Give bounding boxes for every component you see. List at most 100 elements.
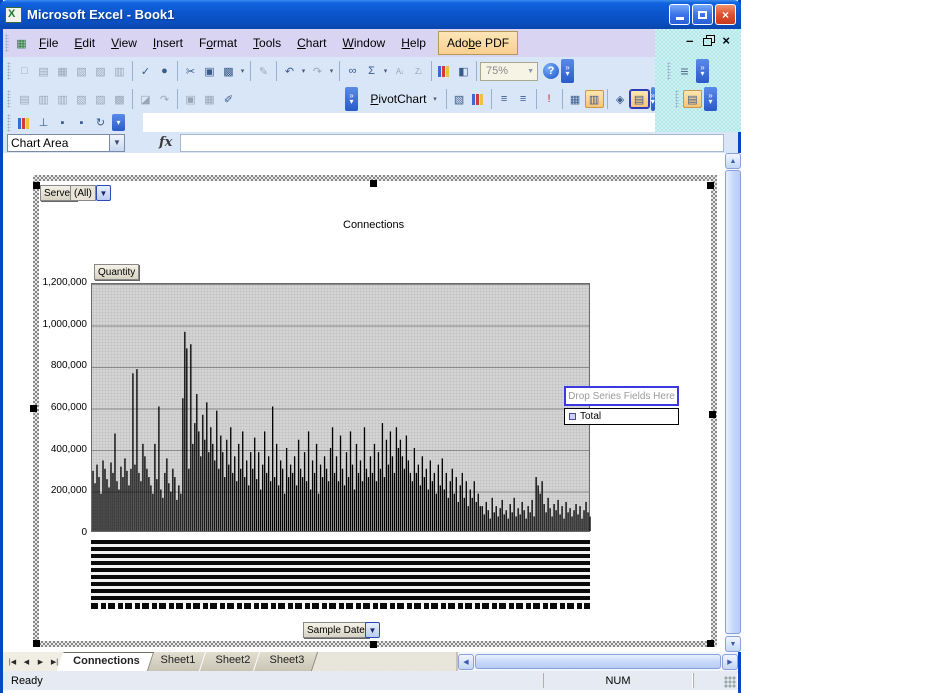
email-icon[interactable]: ▧: [72, 62, 91, 80]
sheet-tab-sheet3[interactable]: Sheet3: [253, 652, 318, 671]
new-icon[interactable]: □: [15, 62, 34, 80]
close-button[interactable]: ×: [715, 4, 736, 25]
include-hidden-items-icon[interactable]: ▦: [566, 90, 585, 108]
toolbar2-icon-10[interactable]: ▦: [200, 90, 219, 108]
chart-title[interactable]: Connections: [343, 219, 404, 231]
toolbar2-icon-2[interactable]: ▥: [34, 90, 53, 108]
category-axis-field-button[interactable]: Sample Date: [303, 622, 369, 638]
secondary-toolbar-grip[interactable]: [7, 90, 11, 108]
scroll-left-icon[interactable]: ◀: [458, 654, 474, 670]
field-list-mini-chevron[interactable]: »▾: [704, 87, 717, 111]
horizontal-scrollbar[interactable]: ◀ ▶: [456, 652, 738, 671]
name-box[interactable]: Chart Area: [7, 134, 110, 152]
selection-handle[interactable]: [707, 640, 714, 647]
redo-icon[interactable]: ↷: [308, 62, 327, 80]
minimize-button[interactable]: [669, 4, 690, 25]
menu-insert[interactable]: Insert: [145, 32, 191, 54]
menu-help[interactable]: Help: [393, 32, 434, 54]
format-report-icon[interactable]: ▧: [450, 90, 469, 108]
chart-mini-toolbar-grip[interactable]: [7, 114, 11, 132]
cut-icon[interactable]: ✂: [181, 62, 200, 80]
copy-icon[interactable]: ▣: [200, 62, 219, 80]
prev-sheet-icon[interactable]: ◀: [20, 654, 33, 669]
menu-grip[interactable]: [5, 34, 9, 52]
legend-toggle-icon[interactable]: ▪: [53, 114, 72, 132]
menu-view[interactable]: View: [103, 32, 145, 54]
redo-dropdown-icon[interactable]: ▾: [327, 67, 336, 75]
value-axis-field-button[interactable]: Quantity: [94, 264, 139, 280]
chart-type-icon[interactable]: [15, 114, 34, 132]
undo-icon[interactable]: ↶: [280, 62, 299, 80]
show-detail-icon[interactable]: ≡: [514, 90, 533, 108]
vertical-scrollbar[interactable]: ▲ ▼: [725, 153, 741, 652]
toolbar2-icon-5[interactable]: ▨: [91, 90, 110, 108]
workbook-minimize-button[interactable]: –: [686, 33, 693, 48]
title-bar[interactable]: Microsoft Excel - Book1 ×: [0, 0, 741, 29]
menu-window[interactable]: Window: [334, 32, 393, 54]
selection-handle[interactable]: [33, 182, 40, 189]
hyperlink-icon[interactable]: ∞: [343, 62, 362, 80]
category-axis-dropdown-icon[interactable]: ▼: [365, 622, 380, 638]
hide-detail-icon[interactable]: ≡: [495, 90, 514, 108]
toolbar2-icon-8[interactable]: ↷: [155, 90, 174, 108]
menu-file[interactable]: File: [31, 32, 66, 54]
paste-icon[interactable]: ▩: [219, 62, 238, 80]
undo-dropdown-icon[interactable]: ▾: [299, 67, 308, 75]
chart-legend[interactable]: Total: [564, 408, 679, 425]
secondary-toolbar-chevron[interactable]: »▾: [345, 87, 358, 111]
chart-wizard-icon[interactable]: [469, 90, 488, 108]
field-list-floating-icon[interactable]: ▤: [683, 90, 702, 108]
menu-edit[interactable]: Edit: [66, 32, 103, 54]
toolbar2-icon-1[interactable]: ▤: [15, 90, 34, 108]
property-fields-icon[interactable]: ◈: [611, 90, 630, 108]
selection-handle[interactable]: [30, 405, 37, 412]
page-field-dropdown-icon[interactable]: ▼: [96, 185, 111, 201]
spelling-icon[interactable]: ✓: [136, 62, 155, 80]
name-box-dropdown-icon[interactable]: ▼: [110, 134, 125, 152]
vertical-scroll-thumb[interactable]: [725, 170, 741, 634]
plot-area[interactable]: [91, 283, 590, 532]
data-table-icon[interactable]: ▪: [72, 114, 91, 132]
workbook-restore-button[interactable]: [703, 38, 712, 46]
toolbar2-icon-3[interactable]: ▥: [53, 90, 72, 108]
chart-mini-toolbar-chevron[interactable]: ▾: [112, 114, 125, 131]
print-preview-icon[interactable]: ▥: [110, 62, 129, 80]
chart-wizard-icon[interactable]: [435, 62, 454, 80]
sort-descending-icon[interactable]: Z↓: [409, 62, 428, 80]
autosum-dropdown-icon[interactable]: ▾: [381, 67, 390, 75]
axes-icon[interactable]: ⊥: [34, 114, 53, 132]
zoom-dropdown-icon[interactable]: ▼: [527, 68, 537, 75]
save-icon[interactable]: ▦: [53, 62, 72, 80]
horizontal-scroll-thumb[interactable]: [475, 654, 721, 669]
floating-toolbar-chevron[interactable]: »▾: [696, 59, 709, 83]
formula-input[interactable]: [180, 134, 724, 152]
toolbar2-icon-7[interactable]: ◪: [136, 90, 155, 108]
menu-tools[interactable]: Tools: [245, 32, 289, 54]
format-painter-icon[interactable]: ✎: [254, 62, 273, 80]
selection-handle[interactable]: [709, 411, 716, 418]
toolbar2-icon-9[interactable]: ▣: [181, 90, 200, 108]
help-icon[interactable]: ?: [543, 63, 559, 79]
autosum-icon[interactable]: Σ: [362, 62, 381, 80]
resize-grip[interactable]: [724, 676, 736, 688]
open-icon[interactable]: ▤: [34, 62, 53, 80]
first-sheet-icon[interactable]: |◀: [6, 654, 19, 669]
maximize-button[interactable]: [692, 4, 713, 25]
zoom-combobox[interactable]: 75% ▼: [480, 62, 538, 81]
selection-handle[interactable]: [33, 640, 40, 647]
show-field-list-icon[interactable]: ▤: [630, 90, 649, 108]
floating-toolbar-grip[interactable]: [667, 62, 671, 80]
insert-function-icon[interactable]: fx: [159, 135, 172, 150]
sheet-tab-connections[interactable]: Connections: [57, 652, 154, 671]
field-list-mini-grip[interactable]: [675, 90, 679, 108]
toolbar2-icon-4[interactable]: ▧: [72, 90, 91, 108]
pivotchart-toolbar-chevron[interactable]: »▾: [651, 87, 655, 111]
toolbar-options-chevron[interactable]: »▾: [561, 59, 574, 83]
next-sheet-icon[interactable]: ▶: [34, 654, 47, 669]
always-display-items-icon[interactable]: ▥: [585, 90, 604, 108]
standard-toolbar-grip[interactable]: [7, 62, 11, 80]
drop-series-fields-zone[interactable]: Drop Series Fields Here: [564, 386, 679, 406]
refresh-icon[interactable]: ↻: [91, 114, 110, 132]
toolbar2-icon-6[interactable]: ▩: [110, 90, 129, 108]
scroll-up-icon[interactable]: ▲: [725, 153, 741, 169]
